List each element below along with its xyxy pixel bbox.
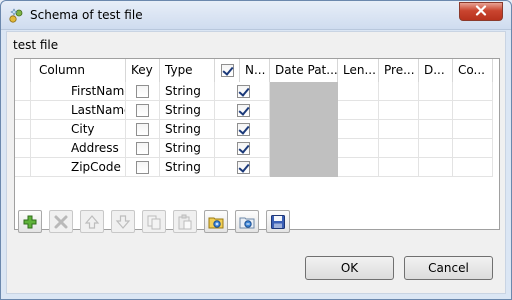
header-nullable-toggle[interactable] [215, 59, 240, 82]
cell-default[interactable] [419, 158, 453, 177]
nullable-checkbox[interactable] [237, 85, 250, 98]
row-header[interactable] [15, 120, 31, 139]
dialog-window: Schema of test file test file Column Key… [0, 0, 512, 300]
cell-default[interactable] [419, 139, 453, 158]
move-up-button[interactable] [80, 210, 104, 233]
header-nullable[interactable]: N... [240, 59, 270, 82]
cell-key[interactable] [126, 120, 160, 139]
cell-type[interactable]: String [160, 82, 215, 101]
header-date-pattern[interactable]: Date Pat... [270, 59, 338, 82]
cancel-button[interactable]: Cancel [404, 256, 493, 280]
schema-name-label: test file [13, 38, 59, 52]
cell-precision[interactable] [379, 82, 419, 101]
cell-column[interactable]: ZipCode [31, 158, 126, 177]
ok-button[interactable]: OK [305, 256, 394, 280]
header-precision[interactable]: Pre... [379, 59, 419, 82]
close-button[interactable] [459, 2, 503, 21]
close-icon [475, 4, 487, 19]
cell-comment[interactable] [453, 120, 493, 139]
cell-date-pattern[interactable] [270, 120, 338, 139]
key-checkbox[interactable] [136, 123, 149, 136]
cell-column[interactable]: City [31, 120, 126, 139]
cell-column[interactable]: Address [31, 139, 126, 158]
window-title: Schema of test file [30, 8, 143, 22]
cell-length[interactable] [338, 139, 379, 158]
export-schema-button[interactable] [235, 210, 259, 233]
cell-type[interactable]: String [160, 158, 215, 177]
cell-column[interactable]: FirstName [31, 82, 126, 101]
cell-length[interactable] [338, 82, 379, 101]
cell-comment[interactable] [453, 139, 493, 158]
row-header[interactable] [15, 158, 31, 177]
cell-type[interactable]: String [160, 101, 215, 120]
row-header[interactable] [15, 139, 31, 158]
cell-default[interactable] [419, 101, 453, 120]
cell-date-pattern[interactable] [270, 82, 338, 101]
cell-nullable[interactable] [215, 82, 270, 101]
header-key[interactable]: Key [126, 59, 160, 82]
cell-column[interactable]: LastName [31, 101, 126, 120]
cell-date-pattern[interactable] [270, 139, 338, 158]
key-checkbox[interactable] [136, 142, 149, 155]
add-button[interactable] [18, 210, 42, 233]
cell-default[interactable] [419, 82, 453, 101]
import-schema-button[interactable] [204, 210, 228, 233]
cell-date-pattern[interactable] [270, 158, 338, 177]
row-header[interactable] [15, 101, 31, 120]
header-type[interactable]: Type [160, 59, 215, 82]
cell-nullable[interactable] [215, 101, 270, 120]
schema-table: Column Key Type N... Date Pat... Len... … [14, 58, 500, 230]
cell-key[interactable] [126, 158, 160, 177]
key-checkbox[interactable] [136, 104, 149, 117]
header-filler [493, 59, 499, 82]
header-default[interactable]: D... [419, 59, 453, 82]
cell-nullable[interactable] [215, 120, 270, 139]
cell-comment[interactable] [453, 101, 493, 120]
header-length[interactable]: Len... [338, 59, 379, 82]
nullable-checkbox[interactable] [237, 123, 250, 136]
save-button[interactable] [266, 210, 290, 233]
cell-key[interactable] [126, 139, 160, 158]
key-checkbox[interactable] [136, 85, 149, 98]
header-comment[interactable]: Co... [453, 59, 493, 82]
move-down-button[interactable] [111, 210, 135, 233]
dialog-content: test file Column Key Type N... Date Pat.… [6, 31, 506, 294]
copy-button[interactable] [142, 210, 166, 233]
cell-date-pattern[interactable] [270, 101, 338, 120]
row-header-corner [15, 59, 31, 82]
cell-length[interactable] [338, 120, 379, 139]
nullable-checkbox[interactable] [237, 161, 250, 174]
cell-precision[interactable] [379, 139, 419, 158]
cell-nullable[interactable] [215, 139, 270, 158]
key-checkbox[interactable] [136, 161, 149, 174]
cell-type[interactable]: String [160, 139, 215, 158]
cell-precision[interactable] [379, 120, 419, 139]
cell-comment[interactable] [453, 158, 493, 177]
cell-type[interactable]: String [160, 120, 215, 139]
nullable-all-checkbox[interactable] [221, 64, 234, 77]
cell-precision[interactable] [379, 101, 419, 120]
row-header[interactable] [15, 82, 31, 101]
cell-length[interactable] [338, 158, 379, 177]
cell-nullable[interactable] [215, 158, 270, 177]
cell-comment[interactable] [453, 82, 493, 101]
paste-button[interactable] [173, 210, 197, 233]
schema-icon [8, 8, 24, 24]
nullable-checkbox[interactable] [237, 142, 250, 155]
cell-default[interactable] [419, 120, 453, 139]
cell-precision[interactable] [379, 158, 419, 177]
delete-button[interactable] [49, 210, 73, 233]
cell-length[interactable] [338, 101, 379, 120]
header-column[interactable]: Column [31, 59, 126, 82]
title-bar[interactable]: Schema of test file [1, 1, 511, 30]
cell-key[interactable] [126, 101, 160, 120]
cell-key[interactable] [126, 82, 160, 101]
nullable-checkbox[interactable] [237, 104, 250, 117]
